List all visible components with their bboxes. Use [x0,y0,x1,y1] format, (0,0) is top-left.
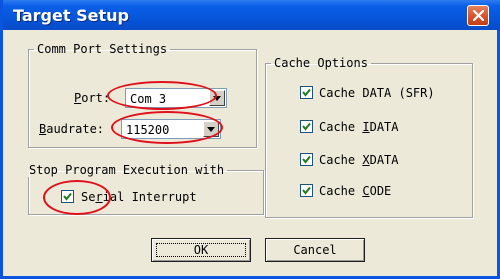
cancel-button-label: Cancel [293,243,337,257]
cache-idata-checkbox[interactable] [300,120,313,133]
cache-code-label[interactable]: Cache CODE [319,184,391,198]
cache-idata-label[interactable]: Cache IDATA [319,120,399,134]
annotation-circle-port [107,81,217,110]
annotation-circle-baudrate [111,111,223,144]
cache-xdata-checkbox[interactable] [300,153,313,166]
close-icon [473,10,484,21]
cache-data-label[interactable]: Cache DATA (SFR) [319,86,435,100]
focus-rectangle [156,243,246,257]
annotation-circle-serial [43,180,111,215]
close-button[interactable] [467,5,489,26]
ok-button[interactable]: OK [151,238,251,262]
checkmark-icon [302,122,311,131]
stop-execution-legend: Stop Program Execution with [29,163,225,177]
cache-xdata-label[interactable]: Cache XDATA [319,153,399,167]
checkmark-icon [302,88,311,97]
baudrate-label: Baudrate: [39,122,105,136]
cache-data-checkbox[interactable] [300,86,313,99]
comm-port-settings-legend: Comm Port Settings [37,42,168,56]
checkmark-icon [302,155,311,164]
port-label: Port: [74,91,111,105]
checkmark-icon [302,186,311,195]
title-bar[interactable]: Target Setup [3,0,500,30]
dialog-title: Target Setup [13,6,129,25]
target-setup-dialog: Target Setup Comm Port Settings Port: Co… [0,0,500,279]
cache-code-checkbox[interactable] [300,184,313,197]
cancel-button[interactable]: Cancel [265,238,365,262]
cache-options-legend: Cache Options [274,56,368,70]
